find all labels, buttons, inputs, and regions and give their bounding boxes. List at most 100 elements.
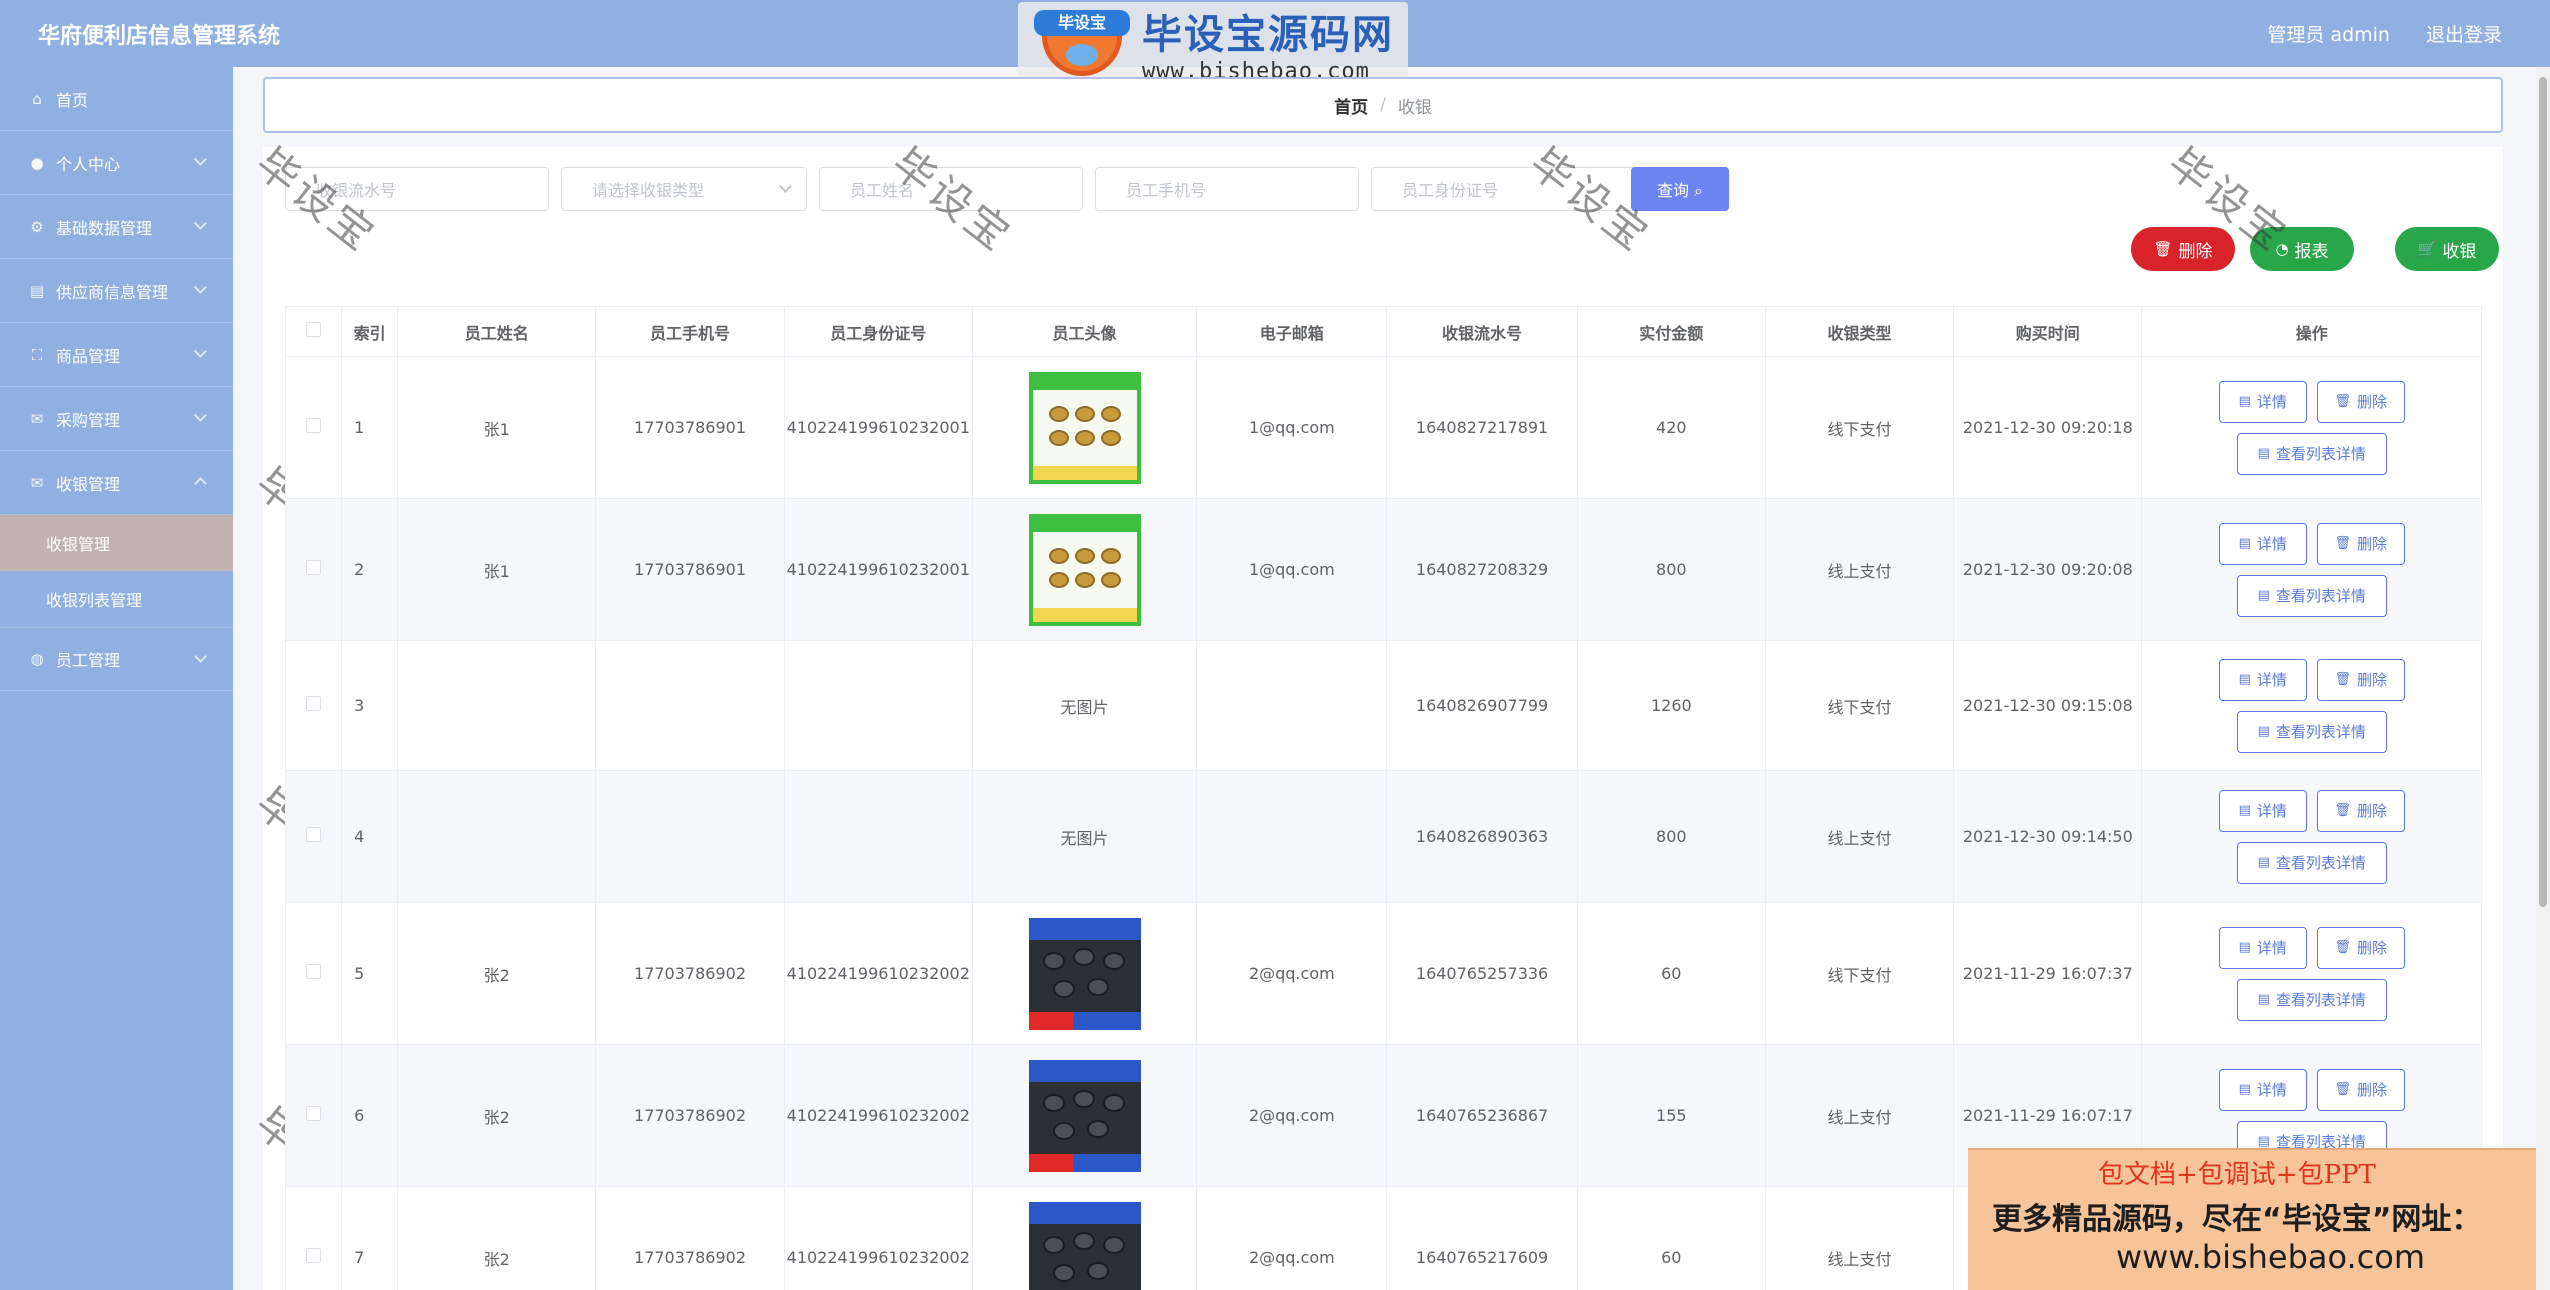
- cell-staff-name: [397, 640, 597, 771]
- view-list-detail-button[interactable]: ▤ 查看列表详情: [2236, 710, 2387, 753]
- column-header: 操作: [2141, 306, 2482, 357]
- column-header: 索引: [341, 306, 399, 357]
- row-delete-button[interactable]: 🗑 删除: [2316, 380, 2405, 423]
- staff-avatar-image: [1028, 513, 1141, 626]
- detail-button[interactable]: ▤ 详情: [2218, 522, 2307, 565]
- button-label: 查看列表详情: [2275, 587, 2366, 605]
- staff-name-input[interactable]: 员工姓名: [819, 167, 1083, 211]
- sidebar-item-cashier[interactable]: ✉ 收银管理: [0, 451, 233, 515]
- cell-staff-phone: 17703786902: [595, 1044, 785, 1187]
- row-delete-button[interactable]: 🗑 删除: [2316, 658, 2405, 701]
- cashier-button[interactable]: 🛒 收银: [2395, 227, 2499, 271]
- staff-avatar-image: [1028, 1059, 1141, 1172]
- button-label: 查看列表详情: [2275, 854, 2366, 872]
- cell-serial: 1640765217609: [1386, 1186, 1578, 1290]
- button-label: 删除: [2356, 802, 2387, 820]
- cell-email: 2@qq.com: [1196, 902, 1388, 1045]
- column-header: 实付金额: [1576, 306, 1766, 357]
- view-list-detail-button[interactable]: ▤ 查看列表详情: [2236, 432, 2387, 475]
- cell-index: 5: [341, 902, 399, 1045]
- row-checkbox[interactable]: [306, 696, 322, 711]
- staff-phone-input[interactable]: 员工手机号: [1095, 167, 1359, 211]
- row-checkbox[interactable]: [306, 418, 322, 433]
- cashier-type-select[interactable]: 请选择收银类型: [561, 167, 807, 211]
- sidebar-item-goods[interactable]: ⛶ 商品管理: [0, 323, 233, 387]
- sidebar-subitem-cashier-list[interactable]: 收银列表管理: [0, 571, 233, 627]
- promo-banner[interactable]: 包文档+包调试+包PPT 更多精品源码，尽在“毕设宝”网址： www.bishe…: [1968, 1148, 2550, 1290]
- staff-idcard-input[interactable]: 员工身份证号: [1371, 167, 1645, 211]
- button-label: 删除: [2356, 535, 2387, 553]
- serial-input[interactable]: 收银流水号: [285, 167, 549, 211]
- row-checkbox[interactable]: [306, 1106, 322, 1121]
- logout-button[interactable]: 退出登录: [2426, 20, 2502, 47]
- document-icon: ▤: [2257, 446, 2270, 461]
- row-checkbox[interactable]: [306, 1248, 322, 1263]
- row-delete-button[interactable]: 🗑 删除: [2316, 522, 2405, 565]
- query-button[interactable]: 查询 ⌕: [1631, 167, 1729, 211]
- detail-button[interactable]: ▤ 详情: [2218, 789, 2307, 832]
- cell-email: 2@qq.com: [1196, 1044, 1388, 1187]
- detail-button[interactable]: ▤ 详情: [2218, 658, 2307, 701]
- cashier-type-placeholder: 请选择收银类型: [592, 181, 705, 200]
- table-row: 5 张2 17703786902 410224199610232002 2@qq.com…: [284, 902, 2482, 1045]
- sidebar-item-purchase[interactable]: ✉ 采购管理: [0, 387, 233, 451]
- cell-staff-phone: 17703786901: [595, 498, 785, 641]
- report-button[interactable]: ◔ 报表: [2250, 227, 2354, 271]
- column-header: 员工手机号: [595, 306, 785, 357]
- sidebar-item-home[interactable]: ⌂ 首页: [0, 67, 233, 131]
- sidebar-item-staff[interactable]: ◍ 员工管理: [0, 627, 233, 691]
- cell-staff-phone: [595, 770, 785, 903]
- cell-operations: ▤ 详情 🗑 删除 ▤ 查看列表详情: [2141, 770, 2482, 903]
- logo-badge: 毕设宝: [1034, 10, 1130, 36]
- cell-staff-avatar: 无图片: [971, 770, 1198, 903]
- no-image-text: 无图片: [1060, 697, 1109, 717]
- cell-cashier-type: 线下支付: [1764, 356, 1955, 499]
- sidebar-item-label: 员工管理: [56, 651, 121, 670]
- row-delete-button[interactable]: 🗑 删除: [2316, 1068, 2405, 1111]
- scrollbar-thumb[interactable]: [2539, 77, 2547, 907]
- cell-email: 2@qq.com: [1196, 1186, 1388, 1290]
- sidebar-item-supplier[interactable]: ▤ 供应商信息管理: [0, 259, 233, 323]
- button-label: 报表: [2294, 241, 2329, 262]
- breadcrumb-home[interactable]: 首页: [1334, 93, 1368, 118]
- cell-operations: ▤ 详情 🗑 删除 ▤ 查看列表详情: [2141, 356, 2482, 499]
- column-header: 电子邮箱: [1196, 306, 1388, 357]
- select-all-checkbox[interactable]: [306, 322, 322, 337]
- document-icon: ▤: [2238, 672, 2251, 687]
- cell-operations: ▤ 详情 🗑 删除 ▤ 查看列表详情: [2141, 640, 2482, 771]
- detail-button[interactable]: ▤ 详情: [2218, 1068, 2307, 1111]
- cell-staff-name: 张2: [397, 1186, 597, 1290]
- view-list-detail-button[interactable]: ▤ 查看列表详情: [2236, 574, 2387, 617]
- row-checkbox[interactable]: [306, 560, 322, 575]
- cell-staff-idcard: [783, 640, 973, 771]
- button-label: 详情: [2256, 671, 2287, 689]
- view-list-detail-button[interactable]: ▤ 查看列表详情: [2236, 978, 2387, 1021]
- row-checkbox[interactable]: [306, 827, 322, 842]
- vertical-scrollbar[interactable]: [2536, 67, 2550, 1290]
- sidebar-item-basic-data[interactable]: ⚙ 基础数据管理: [0, 195, 233, 259]
- column-header: 员工身份证号: [783, 306, 973, 357]
- cell-purchase-time: 2021-11-29 16:07:37: [1953, 902, 2143, 1045]
- document-icon: ▤: [2257, 1134, 2270, 1149]
- cell-staff-idcard: [783, 770, 973, 903]
- cell-email: 1@qq.com: [1196, 498, 1388, 641]
- button-label: 详情: [2256, 939, 2287, 957]
- button-label: 删除: [2356, 393, 2387, 411]
- row-select-cell: [284, 1044, 343, 1187]
- sidebar-subitem-cashier[interactable]: 收银管理: [0, 515, 233, 571]
- row-checkbox[interactable]: [306, 964, 322, 979]
- detail-button[interactable]: ▤ 详情: [2218, 926, 2307, 969]
- promo-line-1: 包文档+包调试+包PPT: [2098, 1160, 2376, 1190]
- cell-staff-avatar: 无图片: [971, 640, 1198, 771]
- batch-delete-button[interactable]: 🗑 删除: [2131, 227, 2235, 271]
- cell-cashier-type: 线上支付: [1764, 498, 1955, 641]
- view-list-detail-button[interactable]: ▤ 查看列表详情: [2236, 841, 2387, 884]
- row-select-cell: [284, 640, 343, 771]
- row-delete-button[interactable]: 🗑 删除: [2316, 789, 2405, 832]
- cell-amount: 60: [1576, 902, 1766, 1045]
- cell-index: 3: [341, 640, 399, 771]
- promo-line-3: www.bishebao.com: [2116, 1238, 2426, 1276]
- row-delete-button[interactable]: 🗑 删除: [2316, 926, 2405, 969]
- sidebar-item-profile[interactable]: ● 个人中心: [0, 131, 233, 195]
- detail-button[interactable]: ▤ 详情: [2218, 380, 2307, 423]
